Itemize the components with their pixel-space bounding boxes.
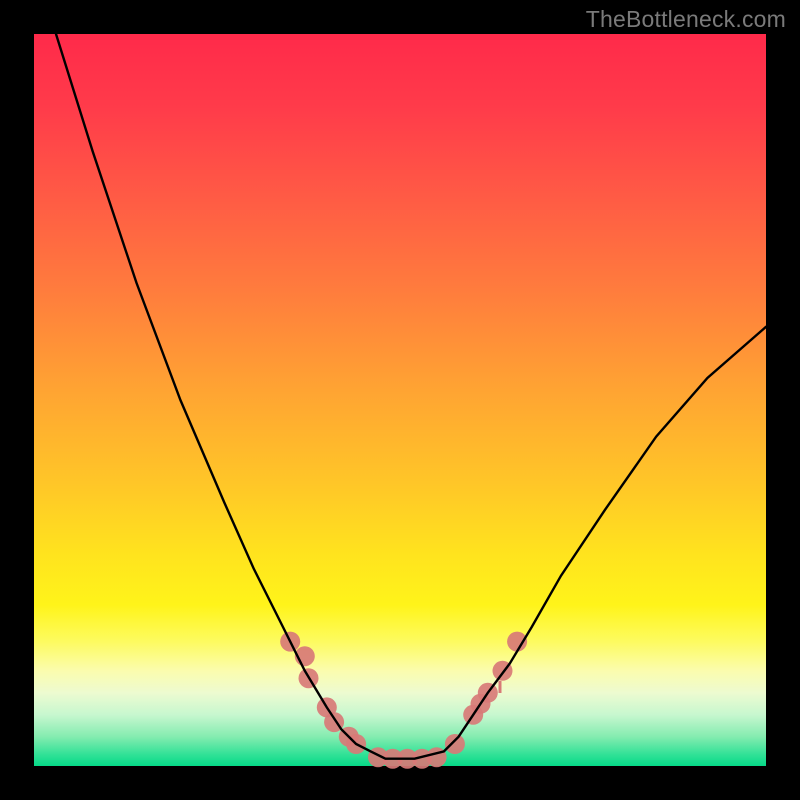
marker-layer [280,632,527,769]
watermark-text: TheBottleneck.com [586,6,786,33]
chart-frame: TheBottleneck.com [0,0,800,800]
data-marker [445,734,465,754]
plot-area [34,34,766,766]
bottleneck-curve [56,34,766,759]
curve-layer [34,34,766,766]
